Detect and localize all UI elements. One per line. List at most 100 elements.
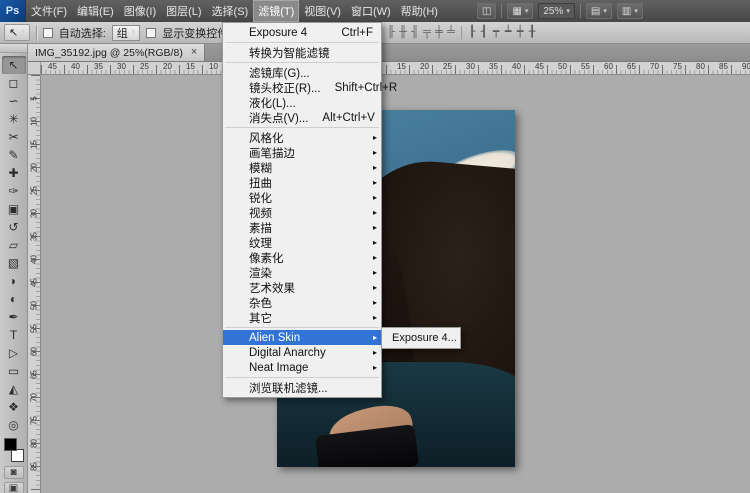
menu-item-label: 消失点(V)...: [249, 112, 309, 125]
align-icon[interactable]: ╧: [446, 25, 456, 40]
foreground-color-swatch[interactable]: [3, 438, 17, 451]
type-tool[interactable]: T: [2, 326, 26, 344]
align-icon[interactable]: ╤: [422, 25, 432, 40]
menu-layer[interactable]: 图层(L): [161, 0, 206, 22]
menu-item-other[interactable]: 其它 ▸: [223, 310, 381, 325]
distribute-icon[interactable]: ┿: [515, 25, 525, 40]
eraser-tool[interactable]: ▱: [2, 236, 26, 254]
hand-tool[interactable]: ❖: [2, 398, 26, 416]
menu-item-artistic[interactable]: 艺术效果 ▸: [223, 280, 381, 295]
menu-view[interactable]: 视图(V): [299, 0, 346, 22]
auto-select-checkbox[interactable]: [42, 27, 53, 38]
distribute-icon[interactable]: ┨: [479, 25, 489, 40]
align-icon[interactable]: ╢: [410, 25, 420, 40]
menu-item-blur[interactable]: 模糊 ▸: [223, 160, 381, 175]
menu-edit[interactable]: 编辑(E): [72, 0, 119, 22]
options-separator: [35, 24, 37, 41]
menu-item-pixelate[interactable]: 像素化 ▸: [223, 250, 381, 265]
clone-stamp-tool[interactable]: ▣: [2, 200, 26, 218]
distribute-icon[interactable]: ┯: [491, 25, 501, 40]
tool-icon: ✚: [8, 166, 19, 180]
menu-item-render[interactable]: 渲染 ▸: [223, 265, 381, 280]
horizontal-ruler[interactable]: 45 40 35 30 25 20 15 10 15 20 25 30 35 40 45 50 55 60 65 7…: [41, 62, 750, 75]
ruler-number: 15: [186, 62, 195, 71]
crop-tool[interactable]: ✂: [2, 128, 26, 146]
submenu-arrow-icon: ▸: [372, 282, 377, 292]
chevron-down-icon: ▾: [21, 29, 25, 36]
rectangular-marquee-tool[interactable]: ◻: [2, 74, 26, 92]
align-icon[interactable]: ╪: [434, 25, 444, 40]
auto-select-dropdown[interactable]: 组 ▾: [111, 24, 141, 41]
menu-select[interactable]: 选择(S): [207, 0, 254, 22]
dodge-tool[interactable]: ◐: [2, 290, 26, 308]
menu-item-sketch[interactable]: 素描 ▸: [223, 220, 381, 235]
menu-item-sharpen[interactable]: 锐化 ▸: [223, 190, 381, 205]
menu-item-vanishing-point[interactable]: 消失点(V)... Alt+Ctrl+V ▸: [223, 110, 381, 125]
menu-item-noise[interactable]: 杂色 ▸: [223, 295, 381, 310]
menu-item-label: 锐化: [249, 192, 272, 205]
align-icon[interactable]: ╫: [398, 25, 408, 40]
ruler-numbers-right: 15 20 25 30 35 40 45 50 55 60 65 70 75 80 85 90: [390, 62, 750, 71]
menu-item-liquify[interactable]: 液化(L)... ▸: [223, 95, 381, 110]
blur-tool[interactable]: ◗: [2, 272, 26, 290]
align-icon[interactable]: ╟: [386, 25, 396, 40]
lasso-tool[interactable]: ∽: [2, 92, 26, 110]
brush-tool[interactable]: ✑: [2, 182, 26, 200]
distribute-icon[interactable]: ┷: [503, 25, 513, 40]
close-icon[interactable]: ×: [191, 47, 197, 58]
arrange-documents-button[interactable]: ▤ ▾: [585, 3, 612, 19]
eyedropper-tool[interactable]: ✎: [2, 146, 26, 164]
menu-item-stylize[interactable]: 风格化 ▸: [223, 130, 381, 145]
menu-window[interactable]: 窗口(W): [346, 0, 396, 22]
ruler-numbers-vertical: 5 10 15 20 25 30 35 40 45 50 55 60 65 70 75 80 85: [28, 87, 40, 478]
menu-item-distort[interactable]: 扭曲 ▸: [223, 175, 381, 190]
bridge-icon: ◫: [481, 5, 492, 17]
screen-mode-menu-button[interactable]: ▥ ▾: [616, 3, 643, 19]
screen-mode-button[interactable]: ▣: [3, 482, 24, 493]
menu-item-neat-image[interactable]: Neat Image ▸: [223, 360, 381, 375]
menu-file[interactable]: 文件(F): [26, 0, 72, 22]
ruler-number: 35: [94, 62, 103, 71]
menu-item-filter-gallery[interactable]: 滤镜库(G)... ▸: [223, 65, 381, 80]
tool-icon: ✑: [8, 184, 19, 198]
menu-image[interactable]: 图像(I): [119, 0, 161, 22]
spot-healing-brush-tool[interactable]: ✚: [2, 164, 26, 182]
menu-item-lens-correction[interactable]: 镜头校正(R)... Shift+Ctrl+R ▸: [223, 80, 397, 95]
menu-item-alien-skin[interactable]: Alien Skin ▸: [223, 330, 381, 345]
document-tab[interactable]: IMG_35192.jpg @ 25%(RGB/8) ×: [28, 44, 206, 61]
menu-item-video[interactable]: 视频 ▸: [223, 205, 381, 220]
view-extras-button[interactable]: ▦ ▾: [507, 3, 534, 19]
quick-mask-button[interactable]: ◙: [3, 466, 24, 479]
ruler-number: 45: [48, 62, 57, 71]
pen-tool[interactable]: ✒: [2, 308, 26, 326]
menu-item-texture[interactable]: 纹理 ▸: [223, 235, 381, 250]
menu-filter[interactable]: 滤镜(T): [253, 0, 300, 22]
menu-help[interactable]: 帮助(H): [396, 0, 443, 22]
menu-item-brush-strokes[interactable]: 画笔描边 ▸: [223, 145, 381, 160]
rectangle-tool[interactable]: ▭: [2, 362, 26, 380]
vertical-ruler[interactable]: 5 10 15 20 25 30 35 40 45 50 55 60 65 70 75 80 85: [28, 75, 41, 493]
menu-item-convert-smart-filters[interactable]: 转换为智能滤镜 ▸: [223, 45, 381, 60]
history-brush-tool[interactable]: ↺: [2, 218, 26, 236]
menu-item-digital-anarchy[interactable]: Digital Anarchy ▸: [223, 345, 381, 360]
canvas-area[interactable]: [41, 75, 750, 493]
path-selection-tool[interactable]: ▷: [2, 344, 26, 362]
quick-selection-tool[interactable]: ✳: [2, 110, 26, 128]
distribute-icon[interactable]: ┠: [467, 25, 477, 40]
zoom-level-control[interactable]: 25% ▾: [538, 3, 575, 19]
distribute-button-group: ┠ ┨ ┯ ┷ ┿ ╂: [467, 25, 537, 40]
menu-item-browse-filters-online[interactable]: 浏览联机滤镜... ▸: [223, 380, 381, 395]
submenu-item-exposure-4[interactable]: Exposure 4...: [382, 330, 460, 346]
launch-bridge-button[interactable]: ◫: [476, 3, 497, 19]
photoshop-logo[interactable]: Ps: [0, 0, 26, 22]
zoom-tool[interactable]: ◎: [2, 416, 26, 434]
menu-item-exposure-4[interactable]: Exposure 4 Ctrl+F ▸: [223, 25, 381, 40]
gradient-tool[interactable]: ▧: [2, 254, 26, 272]
move-tool[interactable]: ↖: [1, 56, 26, 74]
show-transform-controls-checkbox[interactable]: [146, 27, 157, 38]
panel-grip[interactable]: [0, 44, 27, 53]
distribute-icon[interactable]: ╂: [527, 25, 537, 40]
tool-preset-picker[interactable]: ↖ ▾: [4, 24, 30, 41]
menu-item-label: 风格化: [249, 132, 284, 145]
3d-rotate-tool[interactable]: ◭: [2, 380, 26, 398]
